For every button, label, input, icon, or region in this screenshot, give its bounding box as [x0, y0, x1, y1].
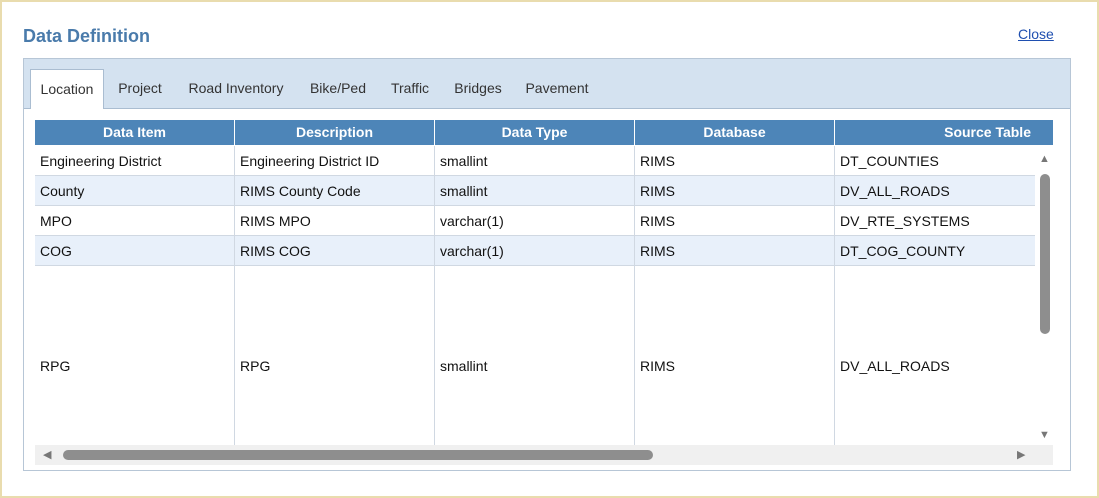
cell-description: RIMS COG	[235, 236, 435, 266]
tab-project[interactable]: Project	[110, 69, 170, 107]
table-row[interactable]: COG RIMS COG varchar(1) RIMS DT_COG_COUN…	[35, 236, 1035, 266]
data-definition-dialog: Data Definition Close Location Project R…	[0, 0, 1099, 498]
cell-database: RIMS	[635, 146, 835, 176]
column-header-data-type[interactable]: Data Type	[435, 120, 635, 145]
cell-source-table: DT_COUNTIES	[835, 146, 1035, 176]
cell-data-type: varchar(1)	[435, 206, 635, 236]
horizontal-scroll-thumb[interactable]	[63, 450, 653, 460]
data-table: Data Item Description Data Type Database…	[35, 120, 1054, 445]
table-row[interactable]: RPG RPG smallint RIMS DV_ALL_ROADS	[35, 266, 1035, 445]
tab-bridges[interactable]: Bridges	[447, 69, 509, 107]
table-row[interactable]: Engineering District Engineering Distric…	[35, 146, 1035, 176]
cell-database: RIMS	[635, 266, 835, 445]
tab-panel: Location Project Road Inventory Bike/Ped…	[23, 58, 1071, 471]
column-header-data-item[interactable]: Data Item	[35, 120, 235, 145]
vertical-scroll-thumb[interactable]	[1040, 174, 1050, 334]
tab-bar: Location Project Road Inventory Bike/Ped…	[24, 59, 1070, 109]
cell-data-item: RPG	[35, 266, 235, 445]
column-header-database[interactable]: Database	[635, 120, 835, 145]
tab-location[interactable]: Location	[30, 69, 104, 109]
cell-database: RIMS	[635, 206, 835, 236]
cell-source-table: DV_ALL_ROADS	[835, 266, 1035, 445]
cell-description: RPG	[235, 266, 435, 445]
cell-description: RIMS MPO	[235, 206, 435, 236]
table-row[interactable]: County RIMS County Code smallint RIMS DV…	[35, 176, 1035, 206]
cell-data-item: County	[35, 176, 235, 206]
tab-pavement[interactable]: Pavement	[518, 69, 596, 107]
cell-data-item: Engineering District	[35, 146, 235, 176]
column-header-description[interactable]: Description	[235, 120, 435, 145]
cell-database: RIMS	[635, 176, 835, 206]
tab-traffic[interactable]: Traffic	[384, 69, 436, 107]
vertical-scrollbar[interactable]: ▲ ▼	[1036, 150, 1056, 441]
triangle-right-icon[interactable]: ▶	[1017, 450, 1025, 461]
triangle-left-icon[interactable]: ◀	[43, 450, 51, 461]
cell-data-item: MPO	[35, 206, 235, 236]
cell-source-table: DV_RTE_SYSTEMS	[835, 206, 1035, 236]
cell-source-table: DV_ALL_ROADS	[835, 176, 1035, 206]
horizontal-scrollbar[interactable]: ◀ ▶	[35, 445, 1053, 465]
cell-data-item: COG	[35, 236, 235, 266]
cell-data-type: smallint	[435, 146, 635, 176]
cell-data-type: varchar(1)	[435, 236, 635, 266]
table-row[interactable]: MPO RIMS MPO varchar(1) RIMS DV_RTE_SYST…	[35, 206, 1035, 236]
cell-data-type: smallint	[435, 176, 635, 206]
cell-database: RIMS	[635, 236, 835, 266]
close-link[interactable]: Close	[1018, 26, 1054, 42]
tab-road-inventory[interactable]: Road Inventory	[180, 69, 292, 107]
triangle-up-icon[interactable]: ▲	[1039, 154, 1050, 165]
triangle-down-icon[interactable]: ▼	[1039, 430, 1050, 441]
cell-source-table: DT_COG_COUNTY	[835, 236, 1035, 266]
dialog-title: Data Definition	[23, 26, 151, 46]
column-header-source-table[interactable]: Source Table	[835, 120, 1054, 145]
cell-description: Engineering District ID	[235, 146, 435, 176]
cell-description: RIMS County Code	[235, 176, 435, 206]
tab-bike-ped[interactable]: Bike/Ped	[302, 69, 374, 107]
cell-data-type: smallint	[435, 266, 635, 445]
